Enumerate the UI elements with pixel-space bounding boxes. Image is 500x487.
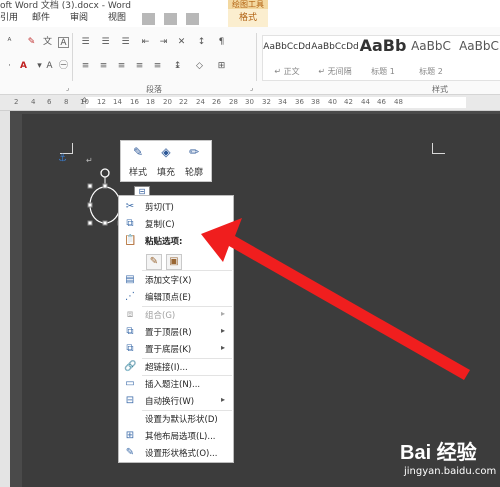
watermark-brand: Bai 经验 xyxy=(400,442,477,464)
red-annotation-arrow xyxy=(201,218,470,380)
annotation-arrow-shape xyxy=(201,218,470,380)
baidu-watermark: Bai 经验 jingyan.baidu.com xyxy=(400,436,500,487)
watermark-url: jingyan.baidu.com xyxy=(404,466,497,477)
